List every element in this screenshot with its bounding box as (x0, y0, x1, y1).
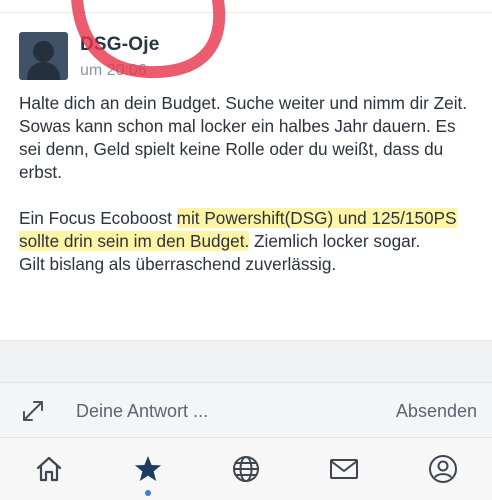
bottom-tab-bar (0, 438, 492, 500)
home-icon (36, 456, 62, 482)
post-paragraph-1: Halte dich an dein Budget. Suche weiter … (19, 93, 468, 182)
paragraph-2-text-end: Ziemlich locker sogar. (249, 231, 421, 251)
post-content: Halte dich an dein Budget. Suche weiter … (19, 92, 481, 276)
post-paragraph-2: Ein Focus Ecoboost mit Powershift(DSG) u… (19, 207, 481, 253)
mail-icon (330, 459, 358, 479)
reply-bar: Absenden (0, 382, 492, 438)
paragraph-2-text-start: Ein Focus Ecoboost (19, 208, 177, 228)
avatar-body-shape (27, 62, 60, 80)
post-time: um 20:06 (80, 62, 147, 79)
tab-messages[interactable] (327, 452, 361, 486)
tab-explore[interactable] (229, 452, 263, 486)
forum-post: DSG-Oje um 20:06 Halte dich an dein Budg… (0, 0, 492, 340)
star-icon (135, 456, 161, 481)
send-button[interactable]: Absenden (396, 401, 477, 422)
post-author[interactable]: DSG-Oje (80, 34, 160, 56)
tab-home[interactable] (32, 452, 66, 486)
content-separator (0, 340, 492, 382)
tab-favorites[interactable] (131, 452, 165, 486)
reply-input[interactable] (76, 399, 356, 423)
profile-icon (429, 455, 457, 483)
active-tab-indicator (145, 490, 151, 496)
avatar-head-shape (33, 41, 54, 62)
post-paragraph-2-last-line: Gilt bislang als überraschend zuverlässi… (19, 254, 337, 274)
globe-icon (233, 456, 259, 482)
tab-profile[interactable] (426, 452, 460, 486)
expand-icon[interactable] (20, 398, 46, 424)
avatar[interactable] (19, 32, 68, 80)
